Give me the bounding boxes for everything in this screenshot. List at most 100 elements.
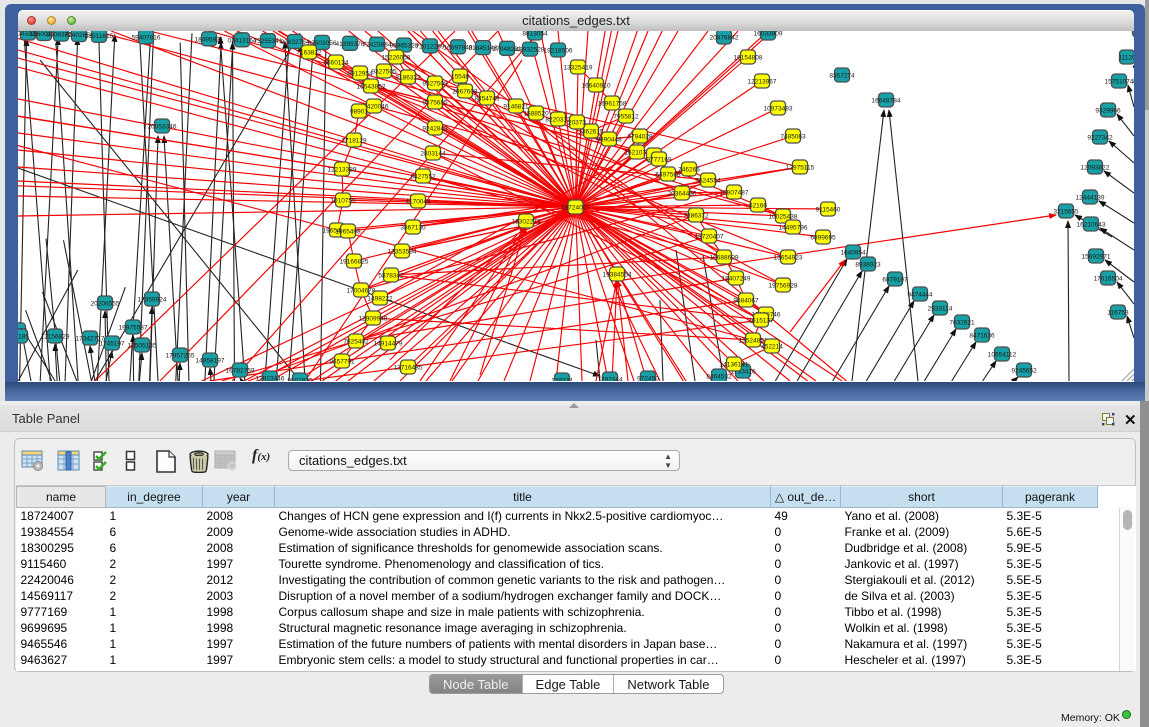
svg-text:17016504: 17016504 — [1094, 276, 1123, 283]
svg-text:4170044: 4170044 — [405, 199, 431, 206]
svg-text:116753: 116753 — [1107, 310, 1129, 317]
svg-text:10807487: 10807487 — [720, 190, 749, 197]
svg-text:9375685: 9375685 — [422, 100, 448, 107]
svg-text:17004678: 17004678 — [347, 288, 376, 295]
svg-text:972450: 972450 — [637, 376, 659, 382]
svg-text:9327505: 9327505 — [371, 69, 397, 76]
svg-text:12213389: 12213389 — [328, 167, 357, 174]
svg-text:6879197: 6879197 — [882, 277, 908, 284]
svg-text:1112: 1112 — [1133, 31, 1134, 35]
svg-text:20876842: 20876842 — [710, 35, 739, 42]
svg-text:9777169: 9777169 — [646, 157, 672, 164]
svg-text:13302273: 13302273 — [512, 219, 541, 226]
svg-text:9242843: 9242843 — [422, 126, 448, 133]
svg-text:16154808: 16154808 — [734, 55, 763, 62]
svg-text:1010755: 1010755 — [330, 198, 356, 205]
svg-text:1498222: 1498222 — [367, 296, 393, 303]
svg-text:75255341: 75255341 — [254, 38, 283, 45]
svg-text:13654923: 13654923 — [774, 255, 803, 262]
svg-text:12093822: 12093822 — [1081, 165, 1110, 172]
svg-text:3215955: 3215955 — [1053, 209, 1079, 216]
svg-text:12353594: 12353594 — [388, 249, 417, 256]
svg-text:6794028: 6794028 — [627, 134, 653, 141]
svg-text:7163822: 7163822 — [296, 50, 322, 57]
svg-text:14914479: 14914479 — [374, 341, 403, 348]
svg-text:12909948: 12909948 — [359, 316, 388, 323]
svg-text:7632621: 7632621 — [949, 320, 975, 327]
svg-text:16543862: 16543862 — [357, 84, 386, 91]
svg-text:7485063: 7485063 — [780, 134, 806, 141]
svg-text:6899695: 6899695 — [810, 235, 836, 242]
svg-text:20206555: 20206555 — [91, 301, 120, 308]
svg-text:15751074: 15751074 — [1105, 79, 1134, 86]
svg-text:16210643: 16210643 — [1077, 222, 1106, 229]
svg-text:9329966: 9329966 — [1095, 108, 1121, 115]
svg-text:14136141: 14136141 — [720, 362, 749, 369]
svg-text:8186323: 8186323 — [395, 75, 421, 82]
svg-text:17359924: 17359924 — [138, 297, 167, 304]
svg-text:7386372: 7386372 — [683, 213, 709, 220]
svg-text:12505135: 12505135 — [128, 343, 157, 350]
svg-text:8990448: 8990448 — [596, 137, 622, 144]
svg-text:129234: 129234 — [551, 378, 573, 382]
svg-text:59407816: 59407816 — [132, 34, 161, 41]
svg-text:12213967: 12213967 — [748, 79, 777, 86]
svg-text:20364436: 20364436 — [668, 191, 697, 198]
svg-text:8660124: 8660124 — [323, 60, 349, 67]
svg-text:9327508: 9327508 — [422, 81, 448, 88]
svg-text:10654112: 10654112 — [988, 352, 1017, 359]
svg-text:12923446: 12923446 — [256, 376, 285, 382]
svg-text:19218506: 19218506 — [544, 48, 573, 55]
svg-text:9474444: 9474444 — [907, 292, 933, 299]
svg-text:98901: 98901 — [350, 109, 368, 116]
svg-text:13716485: 13716485 — [394, 365, 423, 372]
svg-text:9227342: 9227342 — [1087, 135, 1113, 142]
svg-text:1745197: 1745197 — [99, 341, 125, 348]
svg-text:12975115: 12975115 — [786, 165, 815, 172]
svg-text:20053346: 20053346 — [148, 124, 177, 131]
svg-text:19975587: 19975587 — [119, 325, 148, 332]
svg-text:8357274: 8357274 — [829, 73, 855, 80]
svg-text:39185: 39185 — [18, 334, 29, 341]
svg-text:9657791: 9657791 — [329, 359, 355, 366]
svg-text:16961758: 16961758 — [598, 101, 627, 108]
svg-text:12444139: 12444139 — [1076, 195, 1105, 202]
svg-text:15546: 15546 — [451, 74, 469, 81]
svg-text:1362615: 1362615 — [578, 129, 604, 136]
svg-text:18724007: 18724007 — [561, 205, 590, 212]
svg-text:12156829: 12156829 — [41, 334, 70, 341]
svg-text:2967608: 2967608 — [452, 89, 478, 96]
svg-text:14958197: 14958197 — [196, 358, 225, 365]
svg-text:19166825: 19166825 — [340, 259, 369, 266]
svg-text:48932528: 48932528 — [516, 47, 545, 54]
svg-text:8912954: 8912954 — [347, 71, 373, 78]
svg-text:03413164: 03413164 — [228, 37, 257, 44]
svg-text:16640910: 16640910 — [582, 83, 611, 90]
svg-text:1615137: 1615137 — [748, 318, 774, 325]
svg-text:18407249: 18407249 — [722, 276, 751, 283]
svg-text:16033809: 16033809 — [754, 31, 783, 38]
svg-text:19384554: 19384554 — [603, 272, 632, 279]
svg-text:2803144: 2803144 — [420, 151, 446, 158]
svg-text:96965328: 96965328 — [390, 43, 419, 50]
svg-text:8471636: 8471636 — [969, 333, 995, 340]
svg-text:10688609: 10688609 — [710, 255, 739, 262]
svg-text:11120: 11120 — [1118, 55, 1134, 62]
svg-text:14495796: 14495796 — [779, 225, 808, 232]
svg-text:746266: 746266 — [678, 167, 700, 174]
svg-text:71012269: 71012269 — [416, 43, 445, 50]
svg-text:8464532: 8464532 — [706, 374, 732, 381]
svg-text:8427552: 8427552 — [410, 174, 436, 181]
svg-text:1965498: 1965498 — [335, 229, 361, 236]
svg-text:9146821: 9146821 — [503, 104, 529, 111]
svg-text:1640954: 1640954 — [840, 250, 866, 257]
svg-text:1292344: 1292344 — [597, 377, 623, 382]
svg-text:72423884: 72423884 — [363, 42, 392, 49]
svg-text:9115460: 9115460 — [816, 207, 841, 214]
svg-text:3867130: 3867130 — [400, 225, 426, 232]
svg-text:13720407: 13720407 — [695, 234, 724, 241]
svg-text:9245652: 9245652 — [1011, 368, 1037, 375]
svg-text:19756928: 19756928 — [769, 283, 798, 290]
svg-text:8454749: 8454749 — [474, 96, 500, 103]
svg-text:18495931: 18495931 — [195, 36, 224, 43]
